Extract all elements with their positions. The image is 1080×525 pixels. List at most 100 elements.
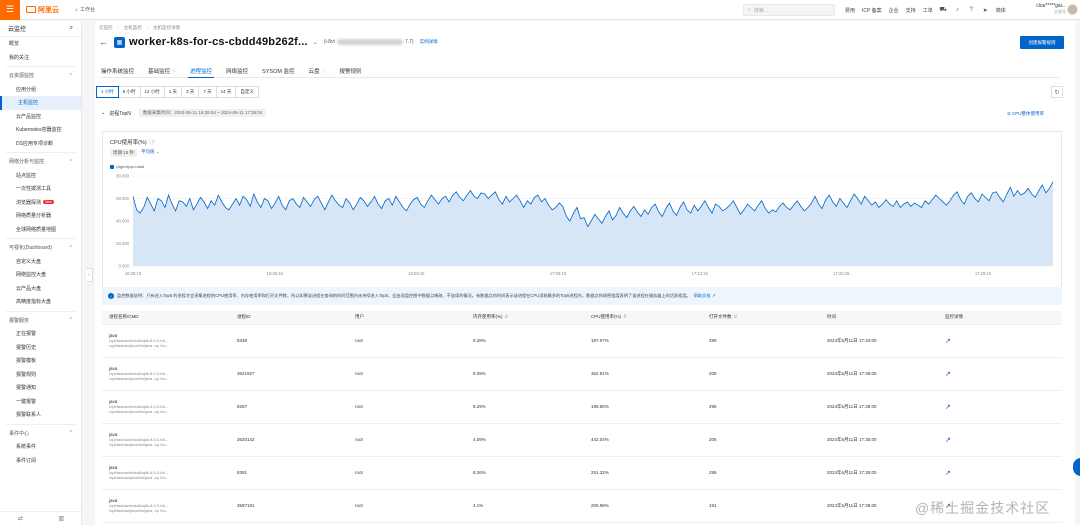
search-icon[interactable]: ⌕: [70, 25, 73, 32]
collapse-sidebar-icon[interactable]: ▥: [58, 515, 64, 522]
top-link[interactable]: 费用: [845, 7, 855, 14]
top-link[interactable]: 企业: [889, 7, 899, 14]
cpu-area-chart[interactable]: 80.000 60.000 40.000 20.000 0.000 16:35:15 16:…: [103, 170, 1061, 292]
tab[interactable]: 网络监控: [224, 64, 250, 78]
back-arrow-icon[interactable]: ←: [99, 37, 108, 47]
aggregation-select[interactable]: 平均值 ⌄: [141, 149, 160, 157]
collection-time: 数据采集时间：2024-06-11 16:35:04 ~ 2024-06-11 …: [138, 109, 267, 117]
time-range-button[interactable]: 1 天: [163, 86, 183, 98]
hamburger-menu-icon[interactable]: ☰: [0, 0, 20, 20]
tab[interactable]: 报警规则: [337, 64, 363, 78]
sidebar-item[interactable]: DS应用专项诊断: [0, 137, 81, 151]
sidebar-item[interactable]: 浏览器探测 New: [0, 196, 81, 210]
sidebar-item[interactable]: 自定义大盘: [0, 255, 81, 269]
instance-detail-link[interactable]: 实例详情: [420, 39, 438, 45]
breadcrumb-item[interactable]: 主机监控: [124, 25, 142, 31]
sidebar-item[interactable]: 网络监控大盘: [0, 268, 81, 282]
sidebar-item[interactable]: 主机监控: [0, 96, 81, 110]
sidebar-item[interactable]: 报警历史: [0, 341, 81, 355]
sidebar-item[interactable]: 高精度指标大盘: [0, 295, 81, 309]
tab[interactable]: SYSOM 监控: [260, 64, 296, 78]
time-range-button[interactable]: 12 小时: [139, 86, 165, 98]
time-range-button[interactable]: 3 天: [181, 86, 200, 98]
info-circle-icon[interactable]: ⓘ: [150, 138, 156, 146]
bell-icon[interactable]: ♪: [954, 7, 961, 14]
cpu-chart-card: CPU使用率(%) ⓘ 周期:15 秒 平均值 ⌄ (Agent)cpu.tota…: [102, 131, 1062, 291]
collapse-handle-icon[interactable]: ‹: [86, 268, 93, 282]
sidebar-item[interactable]: 一键报警: [0, 395, 81, 409]
send-icon[interactable]: ➤: [982, 7, 989, 14]
chevron-down-icon[interactable]: ⌄: [313, 39, 318, 46]
line-chart-icon[interactable]: ↗: [945, 470, 951, 477]
sidebar-item[interactable]: 报警规则: [0, 368, 81, 382]
sidebar-item[interactable]: 全球网络质量地图: [0, 223, 81, 237]
column-header[interactable]: 内存使用率(%) ⇵: [466, 311, 584, 325]
tab[interactable]: 基础监控 ⓘ: [146, 64, 178, 78]
chevron-down-icon[interactable]: ⌄: [101, 110, 105, 116]
sidebar-item[interactable]: 系统事件: [0, 440, 81, 454]
sidebar-item[interactable]: 站点监控: [0, 169, 81, 183]
floating-assistant-button[interactable]: [1073, 458, 1080, 476]
mem-cell: 4.1%: [466, 489, 584, 523]
top-link[interactable]: ICP 备案: [862, 7, 882, 14]
sidebar-item[interactable]: 事件订阅: [0, 454, 81, 468]
sidebar-item[interactable]: 报警模板: [0, 354, 81, 368]
sidebar-item[interactable]: 应用分组: [0, 83, 81, 97]
sidebar-item[interactable]: 正在报警: [0, 327, 81, 341]
help-icon[interactable]: ?: [968, 7, 975, 14]
breadcrumb-item[interactable]: 云监控: [99, 25, 113, 31]
help-doc-link[interactable]: 帮助文档 ↗: [694, 293, 716, 299]
line-chart-icon[interactable]: ↗: [945, 371, 951, 378]
cpu-overall-link[interactable]: ⊘ CPU整体使用率: [1007, 111, 1044, 117]
tab[interactable]: 操作系统监控: [99, 64, 136, 78]
language-switch[interactable]: 简体: [996, 7, 1006, 14]
sidebar-item[interactable]: 云产品大盘: [0, 282, 81, 296]
chart-legend[interactable]: (Agent)cpu.total: [110, 164, 144, 169]
period-chip[interactable]: 周期:15 秒: [110, 149, 138, 157]
sidebar-group[interactable]: 可视化(Dashboard) ⌃: [0, 241, 81, 255]
search-input[interactable]: ⌕ 搜索...: [743, 4, 835, 16]
user-info[interactable]: clou*****gai... 主账号: [1030, 3, 1066, 15]
y-tick-label: 80.000: [116, 174, 129, 179]
sidebar-item[interactable]: 一次性拨测工具: [0, 182, 81, 196]
sort-icon[interactable]: ⇵: [623, 314, 627, 319]
tab[interactable]: 进程监控: [188, 64, 215, 78]
sidebar-group[interactable]: 网络分析与监控 ⌃: [0, 155, 81, 169]
tab[interactable]: 云盘 ⓘ: [306, 64, 327, 78]
avatar[interactable]: [1067, 4, 1078, 15]
sidebar-item[interactable]: 网络质量分析器: [0, 209, 81, 223]
breadcrumb-item[interactable]: 主机监控详情: [153, 25, 180, 31]
swap-icon[interactable]: ⇄: [18, 515, 23, 522]
sidebar-group[interactable]: 报警服务 ⌃: [0, 314, 81, 328]
create-alarm-rule-button[interactable]: 创建报警规则: [1020, 36, 1064, 49]
sidebar-group[interactable]: 事件中心 ⌃: [0, 427, 81, 441]
time-range-button[interactable]: 7 天: [198, 86, 217, 98]
sidebar-items: 概览 我的关注云资源监控 ⌃ 应用分组 主机监控 云产品监控 Kubernetes容器监控 D…: [0, 37, 81, 467]
top-link[interactable]: 工单: [923, 7, 933, 14]
top-link[interactable]: 支持: [906, 7, 916, 14]
refresh-icon[interactable]: ↻: [1051, 86, 1063, 98]
sidebar-group[interactable]: 云资源监控 ⌃: [0, 69, 81, 83]
sidebar-item[interactable]: Kubernetes容器监控: [0, 123, 81, 137]
breadcrumb: 云监控 / 主机监控 / 主机监控详情: [99, 25, 180, 31]
sidebar-item[interactable]: 概览: [0, 37, 81, 51]
time-range-button[interactable]: 6 小时: [117, 86, 141, 98]
sort-icon[interactable]: ⇵: [734, 314, 738, 319]
sidebar-item[interactable]: 云产品监控: [0, 110, 81, 124]
sidebar-item[interactable]: 我的关注: [0, 51, 81, 65]
logo[interactable]: 阿里云: [26, 5, 59, 15]
time-range-button[interactable]: 自定义: [235, 86, 259, 98]
time-range-button[interactable]: 14 天: [215, 86, 237, 98]
line-chart-icon[interactable]: ↗: [945, 404, 951, 411]
column-header[interactable]: 打开文件数 ⇵: [702, 311, 820, 325]
x-tick-label: 17:13:15: [692, 271, 709, 276]
column-header[interactable]: CPU使用率(%) ⇵: [584, 311, 702, 325]
time-range-button[interactable]: 1 小时: [96, 86, 119, 98]
sort-icon[interactable]: ⇵: [505, 314, 509, 319]
sidebar-item[interactable]: 报警通知: [0, 381, 81, 395]
workbench-link[interactable]: ⌂ 工作台: [75, 6, 95, 14]
cart-icon[interactable]: ⛟: [939, 7, 947, 14]
line-chart-icon[interactable]: ↗: [945, 437, 951, 444]
sidebar-item[interactable]: 报警联系人: [0, 408, 81, 422]
line-chart-icon[interactable]: ↗: [945, 338, 951, 345]
